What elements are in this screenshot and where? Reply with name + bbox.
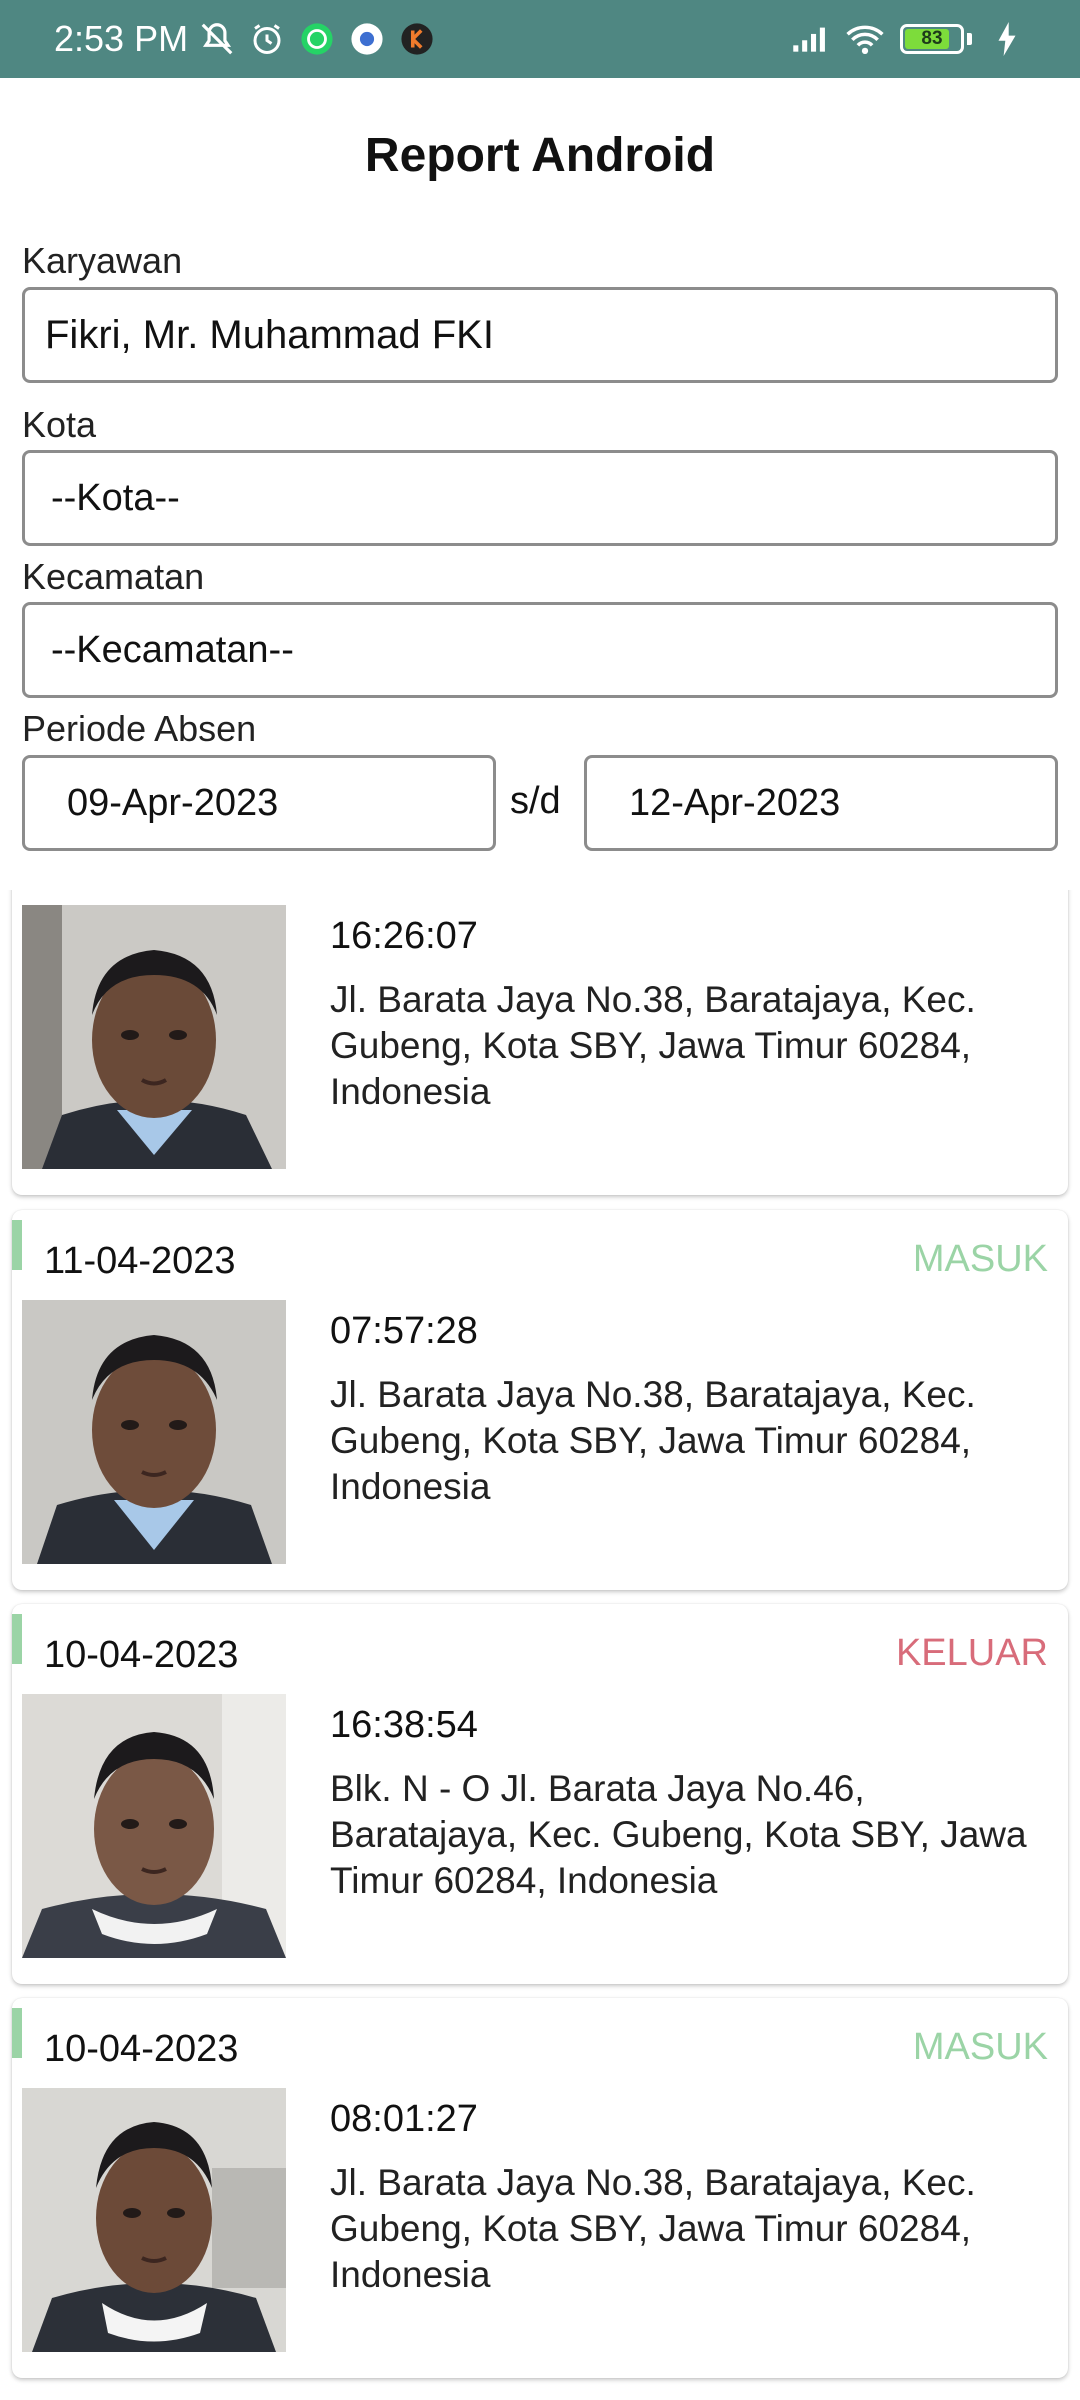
card-status: MASUK <box>912 2026 1048 2068</box>
battery-percent: 83 <box>921 28 943 49</box>
mute-icon <box>198 20 236 58</box>
wifi-icon <box>846 20 884 58</box>
settings-app-icon <box>348 20 386 58</box>
attendance-card[interactable]: 10-04-2023 KELUAR 16:38:54 Blk. N - O Jl… <box>12 1604 1068 1984</box>
card-status: MASUK <box>912 1238 1048 1280</box>
date-to-value: 12-Apr-2023 <box>629 781 841 824</box>
kota-select[interactable]: --Kota-- <box>22 450 1058 546</box>
kecamatan-label: Kecamatan <box>22 556 205 597</box>
page-title: Report Android <box>364 129 716 182</box>
selfie-photo[interactable] <box>22 2088 286 2352</box>
card-date: 10-04-2023 <box>44 2028 239 2070</box>
battery-nub <box>967 33 972 45</box>
card-accent <box>12 2008 22 2058</box>
kecamatan-select[interactable]: --Kecamatan-- <box>22 602 1058 698</box>
card-address: Jl. Barata Jaya No.38, Baratajaya, Kec. … <box>330 2162 976 2295</box>
card-accent <box>12 1614 22 1664</box>
battery-icon: 83 <box>900 24 964 54</box>
alarm-icon <box>248 20 286 58</box>
card-date: 11-04-2023 <box>44 1240 236 1282</box>
karyawan-value: Fikri, Mr. Muhammad FKI <box>45 312 494 357</box>
karyawan-field[interactable]: Fikri, Mr. Muhammad FKI <box>22 287 1058 383</box>
periode-label: Periode Absen <box>22 708 257 749</box>
kota-label: Kota <box>22 404 97 445</box>
card-time: 07:57:28 <box>330 1310 478 1352</box>
date-from-field[interactable]: 09-Apr-2023 <box>22 755 496 851</box>
date-from-value: 09-Apr-2023 <box>67 781 279 824</box>
status-time: 2:53 PM <box>54 18 189 59</box>
attendance-card[interactable]: 11-04-2023 MASUK 07:57:28 Jl. Barata Jay… <box>12 1210 1068 1590</box>
signal-icon <box>792 20 830 58</box>
kota-value: --Kota-- <box>51 476 180 519</box>
card-time: 16:38:54 <box>330 1704 478 1746</box>
kecamatan-value: --Kecamatan-- <box>51 628 294 671</box>
selfie-photo[interactable] <box>22 1694 286 1958</box>
charging-icon <box>988 20 1026 58</box>
attendance-card[interactable]: 16:26:07 Jl. Barata Jaya No.38, Barataja… <box>12 890 1068 1195</box>
card-address: Jl. Barata Jaya No.38, Baratajaya, Kec. … <box>330 1374 976 1507</box>
card-time: 08:01:27 <box>330 2098 478 2140</box>
card-status: KELUAR <box>895 1632 1048 1674</box>
card-time: 16:26:07 <box>330 915 478 957</box>
whatsapp-icon <box>298 20 336 58</box>
app-k-icon <box>398 20 436 58</box>
attendance-card[interactable]: 10-04-2023 MASUK 08:01:27 Jl. Barata Jay… <box>12 1998 1068 2378</box>
date-separator: s/d <box>510 780 561 822</box>
card-address: Jl. Barata Jaya No.38, Baratajaya, Kec. … <box>330 979 976 1112</box>
notification-icons <box>198 20 436 58</box>
system-icons: 83 <box>792 20 1026 58</box>
status-bar: 2:53 PM 83 <box>0 0 1080 78</box>
card-address: Blk. N - O Jl. Barata Jaya No.46, Barata… <box>330 1768 1027 1901</box>
attendance-list[interactable]: 16:26:07 Jl. Barata Jaya No.38, Barataja… <box>0 890 1080 2400</box>
selfie-photo[interactable] <box>22 1300 286 1564</box>
card-date: 10-04-2023 <box>44 1634 239 1676</box>
card-accent <box>12 1220 22 1270</box>
date-to-field[interactable]: 12-Apr-2023 <box>584 755 1058 851</box>
selfie-photo[interactable] <box>22 905 286 1169</box>
karyawan-label: Karyawan <box>22 240 183 281</box>
